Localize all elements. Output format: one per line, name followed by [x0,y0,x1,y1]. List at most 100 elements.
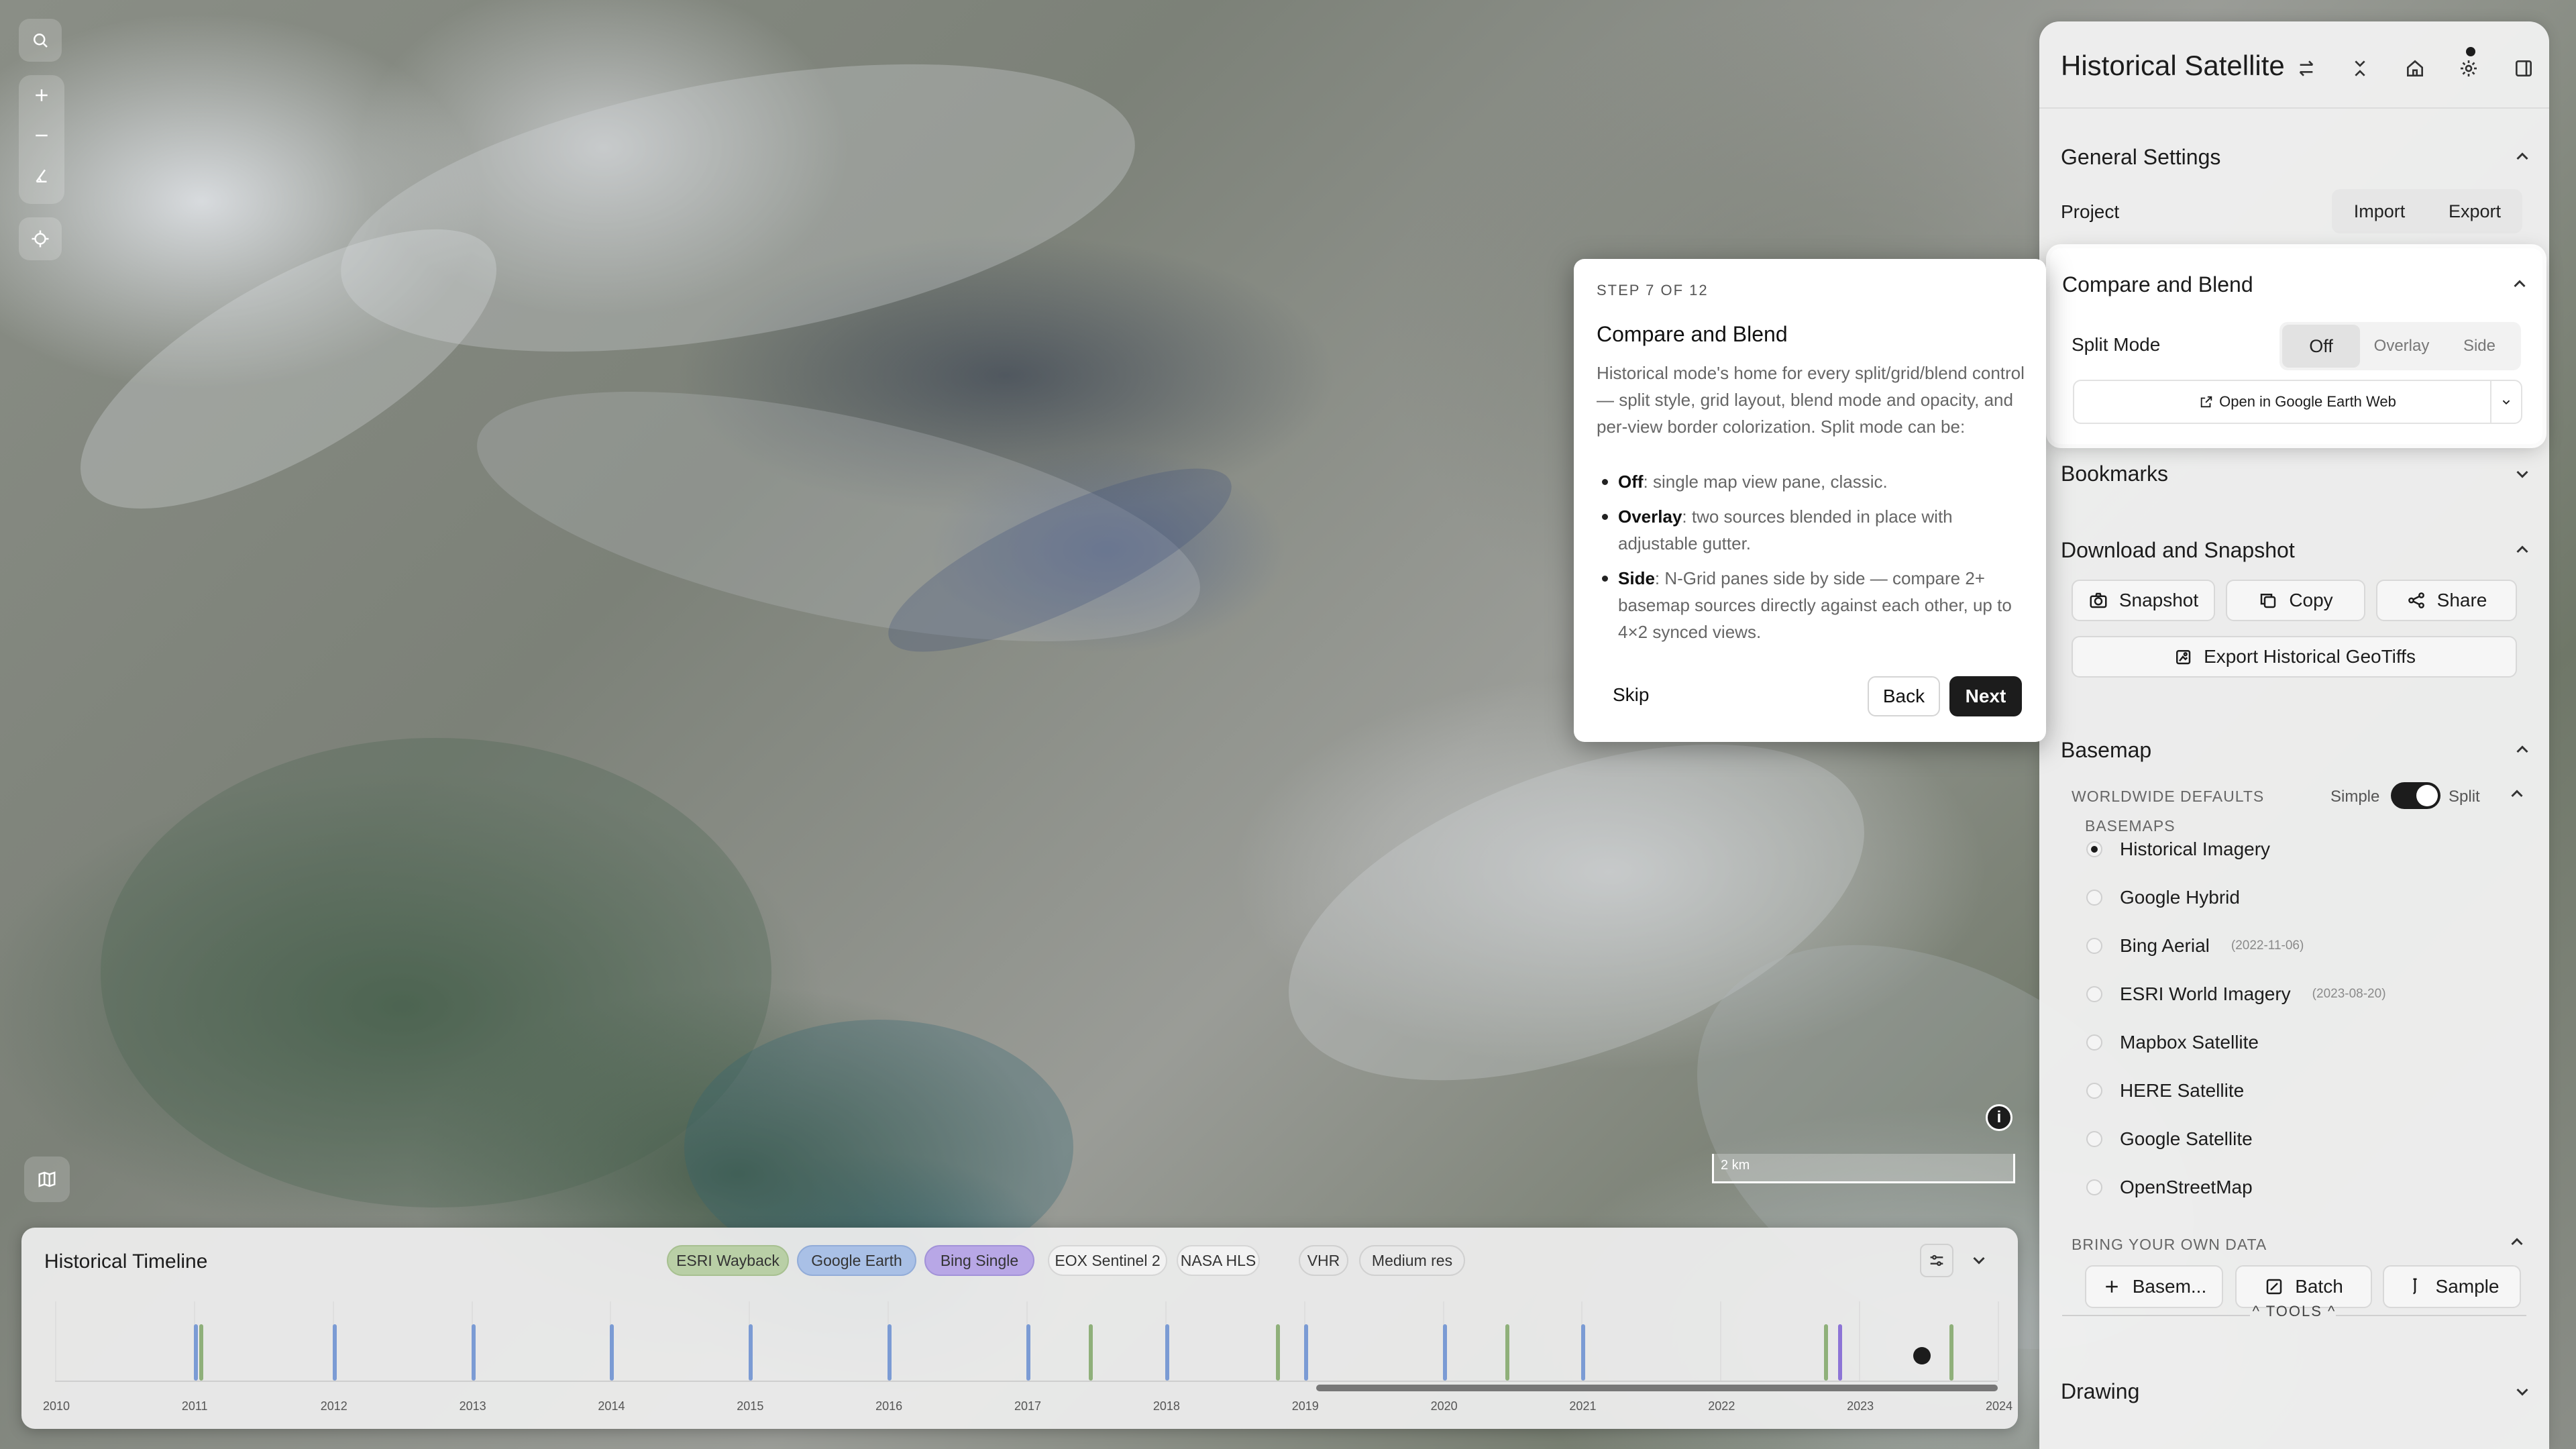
chevron-up-icon[interactable] [2508,272,2532,297]
imagery-acquisition-mark[interactable] [1276,1324,1281,1381]
radio-button[interactable] [2086,938,2102,954]
radio-button[interactable] [2086,1179,2102,1195]
basemap-option[interactable]: OpenStreetMap [2086,1177,2253,1198]
tour-back-button[interactable]: Back [1868,676,1940,716]
chevron-up-icon[interactable] [2505,782,2526,804]
reset-bearing-button[interactable] [19,156,64,196]
split-side-option[interactable]: Side [2440,322,2518,370]
chevron-up-icon[interactable] [2505,1230,2526,1252]
basemap-option[interactable]: Historical Imagery [2086,839,2270,860]
open-in-dropdown[interactable] [2490,381,2521,423]
basemap-option[interactable]: Bing Aerial (2022-11-06) [2086,935,2304,957]
timeline-range-scrollbar[interactable] [1316,1385,1998,1391]
general-settings-title[interactable]: General Settings [2061,145,2220,170]
source-filter-chip[interactable]: Medium res [1359,1245,1465,1276]
snapshot-label: Snapshot [2118,590,2199,610]
radio-button[interactable] [2086,841,2102,857]
split-overlay-option[interactable]: Overlay [2363,322,2440,370]
timeline-filter-button[interactable] [1920,1244,1953,1277]
zoom-out-button[interactable] [19,115,64,156]
tour-next-button[interactable]: Next [1949,676,2022,716]
imagery-acquisition-mark[interactable] [1442,1324,1447,1381]
source-filter-chip[interactable]: Bing Single [924,1245,1034,1276]
imagery-acquisition-mark[interactable] [471,1324,476,1381]
imagery-acquisition-mark[interactable] [1165,1324,1169,1381]
imagery-acquisition-mark[interactable] [193,1324,198,1381]
tools-toggle[interactable]: ^ TOOLS ^ [2241,1303,2348,1320]
basemap-date: (2023-08-20) [2312,987,2386,1001]
add-basemap-button[interactable]: Basem... [2085,1265,2223,1308]
share-button[interactable]: Share [2376,580,2517,621]
basemap-option-label: HERE Satellite [2120,1080,2245,1101]
tour-list-item: Side: N-Grid panes side by side — compar… [1597,565,2026,645]
basemap-option[interactable]: ESRI World Imagery (2023-08-20) [2086,983,2386,1005]
imagery-acquisition-mark[interactable] [749,1324,753,1381]
bookmarks-title[interactable]: Bookmarks [2061,462,2168,486]
source-filter-chip[interactable]: ESRI Wayback [667,1245,789,1276]
import-button[interactable]: Import [2332,189,2427,233]
timeline-current-marker[interactable] [1913,1347,1931,1364]
imagery-acquisition-mark[interactable] [1089,1324,1093,1381]
basemap-option[interactable]: HERE Satellite [2086,1080,2244,1102]
chevron-down-icon[interactable] [2510,1379,2534,1403]
year-gridline [55,1301,56,1381]
timeline-track[interactable]: 2010 2011 2012 2013 2014 2015 2016 2017 2018 2019… [43,1301,2012,1413]
basemap-option[interactable]: Google Satellite [2086,1128,2253,1150]
map-info-button[interactable]: i [1986,1104,2012,1131]
imagery-acquisition-mark[interactable] [1303,1324,1308,1381]
drawing-title[interactable]: Drawing [2061,1379,2139,1404]
imagery-acquisition-mark[interactable] [1026,1324,1030,1381]
chevron-down-icon[interactable] [2510,462,2534,486]
scale-label: 2 km [1721,1158,1750,1173]
batch-button[interactable]: Batch [2235,1265,2372,1308]
chevron-up-icon[interactable] [2510,145,2534,169]
copy-button[interactable]: Copy [2226,580,2365,621]
open-google-earth-label: Open in Google Earth Web [2219,393,2396,410]
radio-button[interactable] [2086,1083,2102,1099]
settings-button[interactable] [2454,54,2483,83]
split-off-option[interactable]: Off [2282,325,2360,368]
open-google-earth-button[interactable]: Open in Google Earth Web [2073,380,2522,424]
basemap-option[interactable]: Mapbox Satellite [2086,1032,2259,1053]
zoom-controls [19,75,64,204]
imagery-acquisition-mark[interactable] [1505,1324,1509,1381]
tour-skip-button[interactable]: Skip [1613,684,1649,706]
sample-button[interactable]: Sample [2383,1265,2521,1308]
locate-button[interactable] [19,217,62,260]
radio-button[interactable] [2086,1131,2102,1147]
year-tick-label: 2017 [1014,1399,1042,1413]
imagery-acquisition-mark[interactable] [199,1324,204,1381]
radio-button[interactable] [2086,1034,2102,1051]
radio-button[interactable] [2086,986,2102,1002]
download-title[interactable]: Download and Snapshot [2061,538,2295,563]
compare-blend-title[interactable]: Compare and Blend [2062,272,2253,297]
source-filter-chip[interactable]: EOX Sentinel 2 [1048,1245,1167,1276]
toggle-panel-button[interactable] [2509,54,2538,83]
radio-button[interactable] [2086,890,2102,906]
imagery-acquisition-mark[interactable] [1824,1324,1829,1381]
snapshot-button[interactable]: Snapshot [2072,580,2215,621]
swap-button[interactable] [2292,54,2321,83]
source-filter-chip[interactable]: Google Earth [797,1245,916,1276]
imagery-acquisition-mark[interactable] [888,1324,892,1381]
imagery-acquisition-mark[interactable] [610,1324,614,1381]
zoom-in-button[interactable] [19,75,64,115]
timeline-collapse-button[interactable] [1967,1248,1991,1272]
export-button[interactable]: Export [2427,189,2522,233]
imagery-acquisition-mark[interactable] [1949,1324,1953,1381]
source-filter-chip[interactable]: VHR [1299,1245,1348,1276]
basemap-title[interactable]: Basemap [2061,738,2151,763]
imagery-acquisition-mark[interactable] [1581,1324,1586,1381]
chevron-up-icon[interactable] [2510,738,2534,762]
imagery-acquisition-mark[interactable] [1838,1324,1843,1381]
source-filter-chip[interactable]: NASA HLS [1177,1245,1260,1276]
home-button[interactable] [2400,54,2430,83]
imagery-acquisition-mark[interactable] [332,1324,337,1381]
chevron-up-icon[interactable] [2510,538,2534,562]
basemap-option[interactable]: Google Hybrid [2086,887,2240,908]
collapse-all-button[interactable] [2345,54,2375,83]
simple-split-toggle[interactable] [2391,782,2440,809]
export-geotiffs-button[interactable]: Export Historical GeoTiffs [2072,636,2517,678]
map-search-button[interactable] [19,19,62,62]
map-layers-button[interactable] [24,1157,70,1202]
